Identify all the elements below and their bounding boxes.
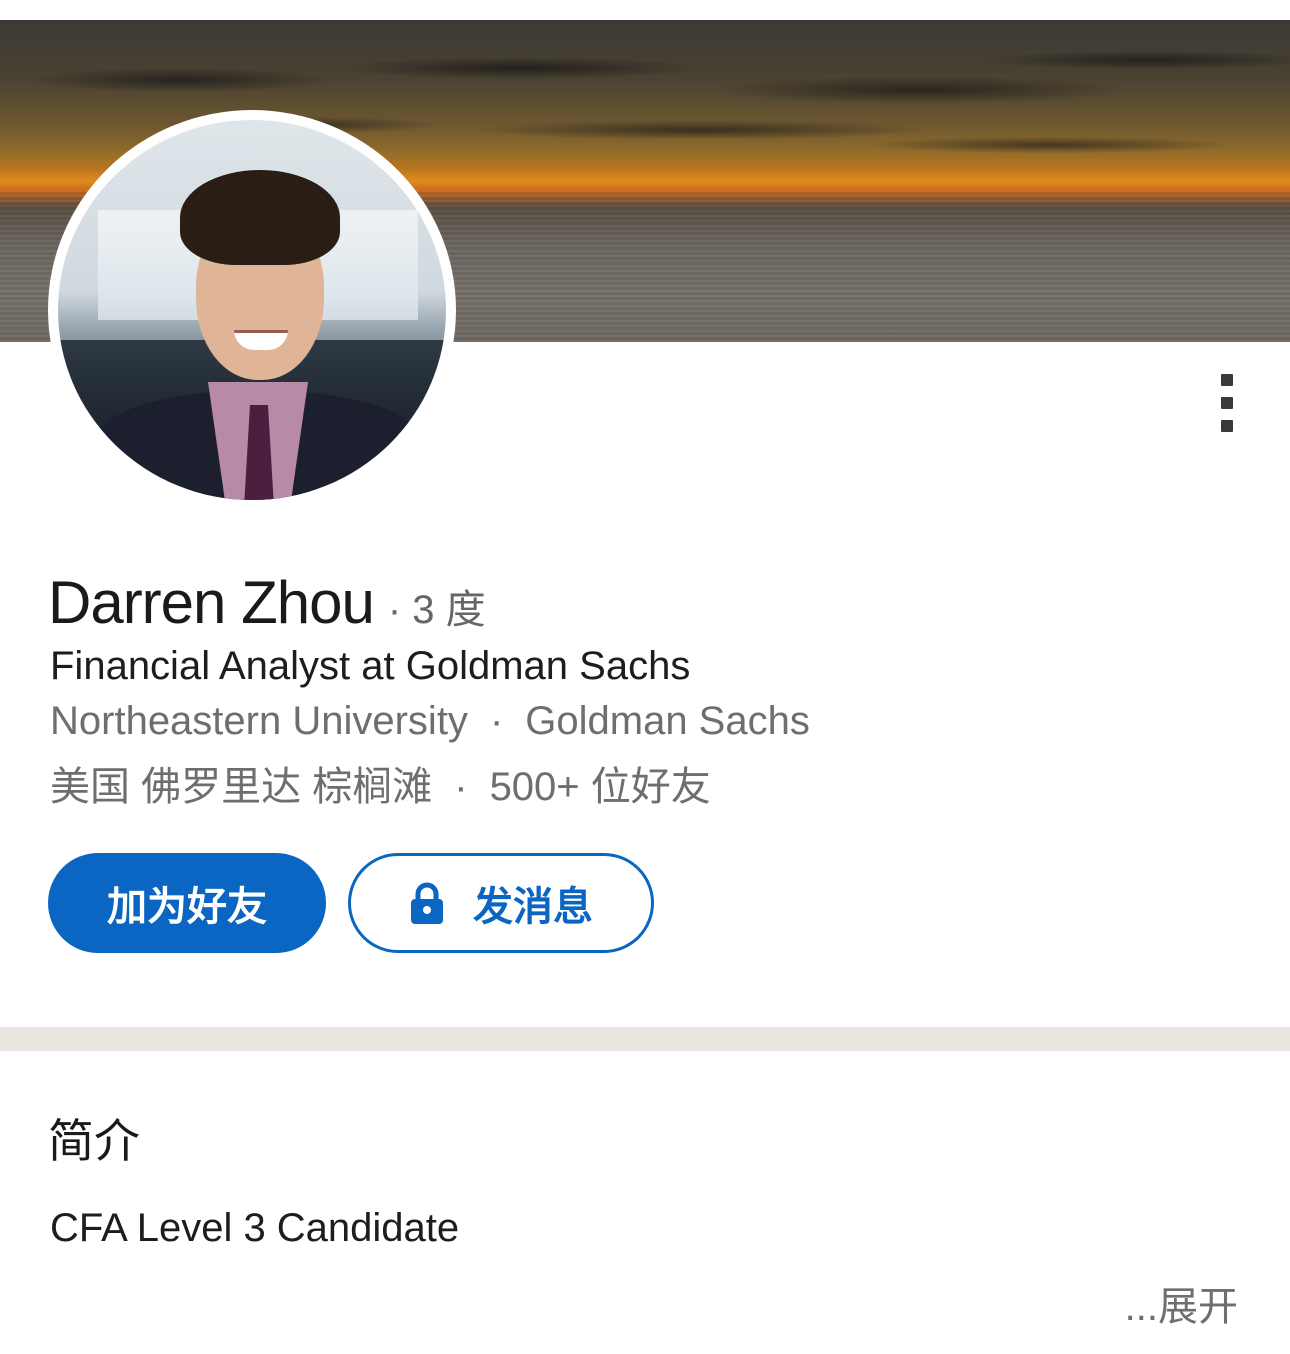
more-dot <box>1221 397 1233 409</box>
section-divider <box>0 1027 1290 1051</box>
company-link[interactable]: Goldman Sachs <box>525 699 810 743</box>
profile-name-row: Darren Zhou · 3 度 <box>48 568 486 637</box>
more-dot <box>1221 374 1233 386</box>
connect-button-label: 加为好友 <box>107 885 267 929</box>
message-button-label: 发消息 <box>473 885 593 929</box>
separator: · <box>454 765 468 809</box>
profile-org-line: Northeastern University · Goldman Sachs <box>50 699 810 744</box>
location-text: 美国 佛罗里达 棕榈滩 <box>50 765 433 809</box>
education-link[interactable]: Northeastern University <box>50 699 468 743</box>
about-text: CFA Level 3 Candidate <box>50 1206 460 1250</box>
connect-button[interactable]: 加为好友 <box>48 853 326 953</box>
avatar-hair <box>180 170 340 265</box>
about-title: 简介 <box>48 1115 140 1167</box>
profile-location-line: 美国 佛罗里达 棕榈滩 · 500+ 位好友 <box>50 754 711 812</box>
more-dot <box>1221 420 1233 432</box>
profile-page: Darren Zhou · 3 度 Financial Analyst at G… <box>0 0 1290 1354</box>
separator: · <box>489 699 504 743</box>
expand-link[interactable]: ...展开 <box>1125 1274 1238 1332</box>
message-button[interactable]: 发消息 <box>348 853 654 953</box>
connections-link[interactable]: 500+ 位好友 <box>490 765 711 809</box>
avatar[interactable] <box>48 110 456 510</box>
more-vertical-icon[interactable] <box>1210 370 1244 436</box>
profile-headline: Financial Analyst at Goldman Sachs <box>50 644 691 688</box>
lock-icon <box>411 882 443 924</box>
profile-name: Darren Zhou <box>48 569 375 636</box>
degree-separator: · <box>387 588 402 632</box>
connection-degree: · 3 度 <box>388 577 486 635</box>
avatar-photo <box>58 120 446 500</box>
degree-value: 3 度 <box>412 588 486 632</box>
